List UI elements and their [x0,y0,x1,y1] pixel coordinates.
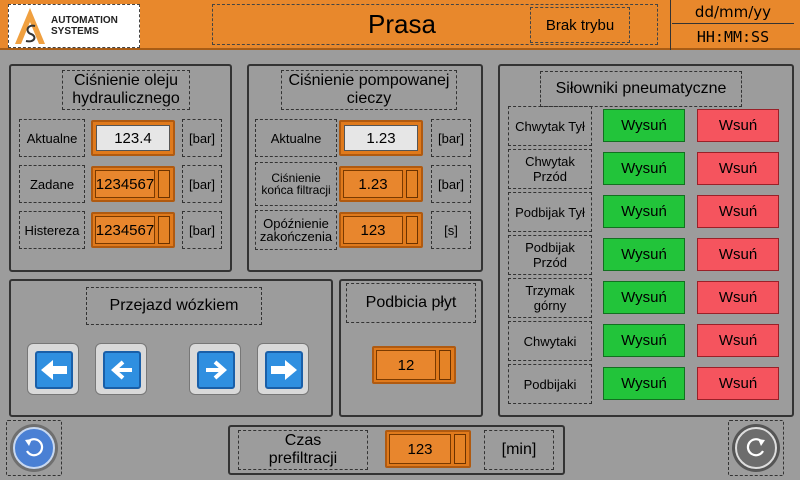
input-knob [454,434,466,464]
oil-hysteresis-label: Histereza [19,211,85,249]
cart-left-button[interactable] [95,343,147,395]
retract-button[interactable]: Wsuń [697,152,779,185]
prefiltration-label: Czas prefiltracji [238,430,368,470]
retract-button[interactable]: Wsuń [697,195,779,228]
end-delay-unit: [s] [431,211,471,249]
filtration-end-label: Ciśnienie końca filtracji [255,162,337,206]
liquid-actual-label: Aktualne [255,119,337,157]
logo-line1: AUTOMATION [51,15,118,26]
filtration-end-input[interactable]: 1.23 [339,166,423,202]
prefiltration-value: 123 [389,434,451,464]
retract-button[interactable]: Wsuń [697,367,779,400]
oil-actual-unit: [bar] [182,119,222,157]
oil-actual-label: Aktualne [19,119,85,157]
prefiltration-input[interactable]: 123 [385,430,471,468]
extend-button[interactable]: Wysuń [603,281,685,314]
cart-fast-right-button[interactable] [257,343,309,395]
liquid-pressure-title: Ciśnienie pompowanej cieczy [281,70,457,110]
retract-button[interactable]: Wsuń [697,281,779,314]
retract-button[interactable]: Wsuń [697,109,779,142]
end-delay-value: 123 [343,216,403,244]
arrow-left-fast-icon [35,351,73,389]
liquid-actual-value: 1.23 [344,125,418,151]
header-divider [670,0,671,50]
mode-status: Brak trybu [530,7,630,43]
oil-pressure-title: Ciśnienie oleju hydraulicznego [62,70,190,110]
actuator-label: Podbijak Przód [508,235,592,275]
input-knob [406,170,418,198]
liquid-actual-unit: [bar] [431,119,471,157]
cart-right-button[interactable] [189,343,241,395]
end-delay-input[interactable]: 123 [339,212,423,248]
extend-button[interactable]: Wysuń [603,238,685,271]
filtration-end-value: 1.23 [343,170,403,198]
input-knob [158,170,170,198]
undo-icon [13,427,55,469]
extend-button[interactable]: Wysuń [603,367,685,400]
input-knob [158,216,170,244]
plates-count-value: 12 [376,350,436,380]
filtration-end-unit: [bar] [431,165,471,203]
prefiltration-unit: [min] [484,430,554,470]
forward-button[interactable] [732,424,780,472]
logo-line2: SYSTEMS [51,26,99,37]
pneumatic-title: Siłowniki pneumatyczne [540,71,742,107]
arrow-left-icon [103,351,141,389]
redo-icon [735,427,777,469]
arrow-right-fast-icon [265,351,303,389]
input-knob [439,350,451,380]
time-display: HH:MM:SS [696,28,770,46]
cart-title: Przejazd wózkiem [86,287,262,325]
oil-actual-display: 123.4 [91,120,175,156]
actuator-label: Trzymak górny [508,278,592,318]
oil-setpoint-input[interactable]: 1234567 [91,166,175,202]
oil-setpoint-label: Zadane [19,165,85,203]
plates-title: Podbicia płyt [346,283,476,323]
end-delay-label: Opóźnienie zakończenia [255,210,337,250]
oil-hysteresis-input[interactable]: 1234567 [91,212,175,248]
arrow-right-icon [197,351,235,389]
extend-button[interactable]: Wysuń [603,109,685,142]
company-logo: AUTOMATION SYSTEMS [8,4,140,48]
actuator-label: Podbijaki [508,364,592,404]
oil-setpoint-value: 1234567 [95,170,155,198]
actuator-label: Chwytak Przód [508,149,592,189]
extend-button[interactable]: Wysuń [603,324,685,357]
oil-hysteresis-unit: [bar] [182,211,222,249]
logo-mark-icon [13,6,47,46]
oil-hysteresis-value: 1234567 [95,216,155,244]
liquid-actual-display: 1.23 [339,120,423,156]
input-knob [406,216,418,244]
extend-button[interactable]: Wysuń [603,152,685,185]
retract-button[interactable]: Wsuń [697,324,779,357]
cart-fast-left-button[interactable] [27,343,79,395]
plates-count-input[interactable]: 12 [372,346,456,384]
oil-actual-value: 123.4 [96,125,170,151]
actuator-label: Podbijak Tył [508,192,592,232]
actuator-label: Chwytak Tył [508,106,592,146]
retract-button[interactable]: Wsuń [697,238,779,271]
oil-setpoint-unit: [bar] [182,165,222,203]
back-button[interactable] [10,424,58,472]
date-display: dd/mm/yy [672,0,794,24]
extend-button[interactable]: Wysuń [603,195,685,228]
actuator-label: Chwytaki [508,321,592,361]
